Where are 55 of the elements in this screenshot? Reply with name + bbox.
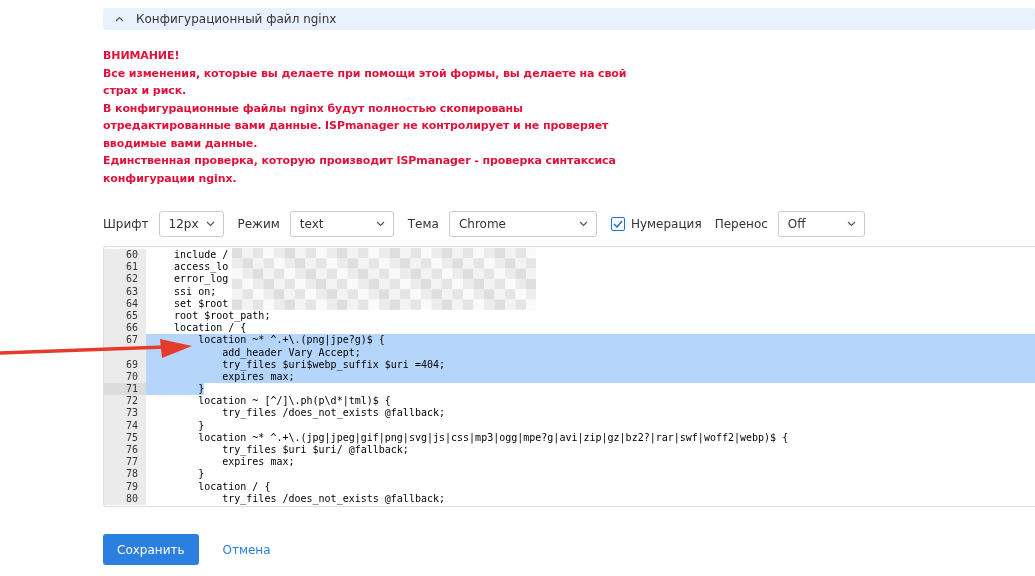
line-number: 60 bbox=[104, 249, 146, 262]
code-line: expires max; bbox=[221, 456, 295, 469]
code-line: root $root_path; bbox=[173, 309, 271, 323]
code-line: try_files $uri $uri/ @fallback; bbox=[221, 444, 409, 457]
dropdown[interactable]: 12px bbox=[158, 211, 224, 237]
field-label: Шрифт bbox=[103, 217, 149, 231]
code-line: expires max; bbox=[221, 370, 295, 384]
line-number: 78 bbox=[104, 468, 146, 481]
chevron-down-icon bbox=[846, 221, 856, 227]
save-button[interactable]: Сохранить bbox=[103, 534, 199, 565]
line-number: 76 bbox=[104, 444, 146, 457]
chevron-down-icon bbox=[578, 221, 588, 227]
checkbox-label: Нумерация bbox=[630, 217, 702, 231]
code-line: try_files $uri$webp_suffix $uri =404; bbox=[221, 358, 445, 371]
warning-text: ВНИМАНИЕ! bbox=[103, 48, 181, 64]
line-number: 71 bbox=[104, 383, 146, 396]
code-line: error_log bbox=[173, 273, 229, 286]
code-line: set $root bbox=[173, 297, 229, 310]
code-line: try_files /does_not_exists @fallback; bbox=[221, 407, 445, 420]
dropdown[interactable]: Chrome bbox=[448, 211, 597, 237]
code-line: ssi on; bbox=[173, 285, 217, 298]
line-number: 61 bbox=[104, 261, 146, 274]
code-line: } bbox=[197, 419, 205, 432]
line-number: 66 bbox=[104, 322, 146, 335]
dropdown[interactable]: Off bbox=[777, 211, 865, 237]
checkbox[interactable] bbox=[610, 217, 625, 231]
code-editor[interactable] bbox=[103, 246, 1035, 507]
line-number: 77 bbox=[104, 456, 146, 469]
field-label: Перенос bbox=[714, 217, 768, 231]
chevron-up-icon bbox=[115, 16, 124, 22]
line-number: 72 bbox=[104, 395, 146, 408]
cancel-link[interactable]: Отмена bbox=[222, 542, 271, 557]
chevron-down-icon bbox=[375, 221, 385, 227]
field-label: Режим bbox=[237, 217, 280, 231]
code-line: include / bbox=[173, 249, 229, 262]
line-number: 67 bbox=[104, 334, 146, 347]
code-line: location / { bbox=[197, 480, 271, 493]
section-header[interactable]: Конфигурационный файл nginx bbox=[103, 8, 1035, 30]
code-line: location / { bbox=[173, 322, 247, 335]
dropdown[interactable]: text bbox=[289, 211, 394, 237]
field-label: Тема bbox=[407, 217, 439, 231]
code-line: try_files /does_not_exists @fallback; bbox=[221, 492, 445, 505]
code-line: location ~ [^/]\.ph(p\d*|tml)$ { bbox=[197, 395, 391, 408]
code-line: add_header Vary Accept; bbox=[221, 346, 361, 359]
warning-text: Все изменения, которые вы делаете при помощи этой формы, вы делаете на свой страх и риск. bbox=[103, 65, 628, 99]
code-line: location ~* ^.+\.(jpg|jpeg|gif|png|svg|js|css|mp3|ogg|mpe?g|avi|zip|gz|bz2?|rar|swf|woff2|webp)$ { bbox=[197, 431, 789, 444]
code-line: access_lo bbox=[173, 261, 229, 274]
code-line: } bbox=[197, 468, 205, 481]
warning-text: В конфигурационные файлы nginx будут полностью скопированы отредактированные вами данные. ISPmanager не контролирует и не проверяет вводимые вами данные. bbox=[103, 100, 610, 152]
line-number: 73 bbox=[104, 407, 146, 420]
warning-text: Единственная проверка, которую производит ISPmanager - проверка синтаксиса конфигурации nginx. bbox=[103, 153, 617, 187]
line-number: 62 bbox=[104, 273, 146, 286]
section-title: Конфигурационный файл nginx bbox=[136, 12, 337, 26]
chevron-down-icon bbox=[205, 221, 215, 227]
code-line: location ~* ^.+\.(png|jpe?g)$ { bbox=[197, 334, 385, 347]
